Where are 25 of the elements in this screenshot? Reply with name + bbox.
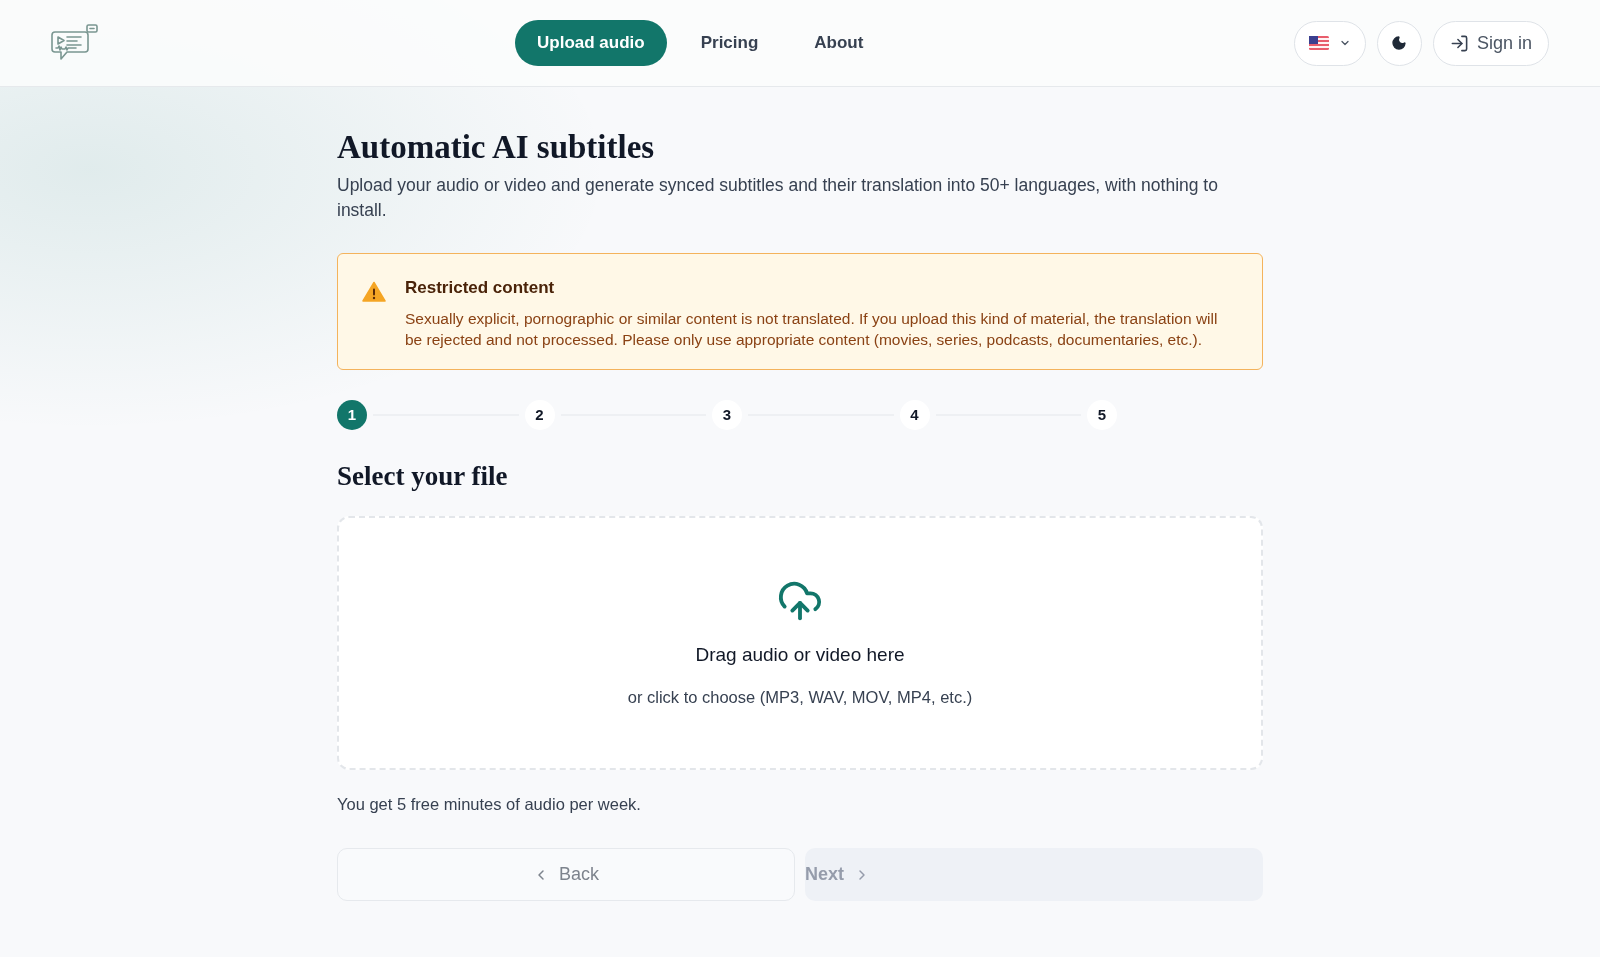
nav-link[interactable]: About <box>792 20 886 66</box>
back-button[interactable]: Back <box>337 848 795 901</box>
chat-bubble-logo-icon[interactable] <box>51 23 99 63</box>
warning-icon <box>362 281 386 302</box>
sign-in-button[interactable]: Sign in <box>1432 20 1549 66</box>
moon-icon <box>1391 35 1408 51</box>
step-indicator: 5 <box>1087 400 1117 430</box>
step-indicator: 3 <box>712 400 742 430</box>
nav-link[interactable]: Upload audio <box>515 20 667 66</box>
page-title: Automatic AI subtitles <box>337 129 656 165</box>
dropzone-title: Drag audio or video here <box>695 643 905 667</box>
quota-note: You get 5 free minutes of audio per week. <box>337 794 642 815</box>
section-title: Select your file <box>337 460 509 492</box>
language-button[interactable] <box>1293 20 1366 66</box>
alert-message: Sexually explicit, pornographic or similar content is not translated. If you upload this kind of material, the translation will be rejected and not processed. Please only use appropriate content (movies, series, podcasts, documentaries, etc.). <box>405 309 1219 350</box>
page-description: Upload your audio or video and generate synced subtitles and their translation into 50+ languages, with nothing to install. <box>337 174 1219 222</box>
nav-link[interactable]: Pricing <box>678 20 781 66</box>
step-indicator: 4 <box>899 400 930 430</box>
sign-in-icon <box>1449 33 1469 53</box>
step-indicator: 2 <box>524 400 555 430</box>
alert-title: Restricted content <box>405 277 556 299</box>
file-dropzone[interactable]: Drag audio or video here or click to choose (MP3, WAV, MOV, MP4, etc.) <box>337 516 1263 770</box>
dropzone-hint: or click to choose (MP3, WAV, MOV, MP4, etc.) <box>627 687 973 708</box>
step-indicator: 1 <box>337 400 367 430</box>
us-flag-icon <box>1308 36 1329 50</box>
